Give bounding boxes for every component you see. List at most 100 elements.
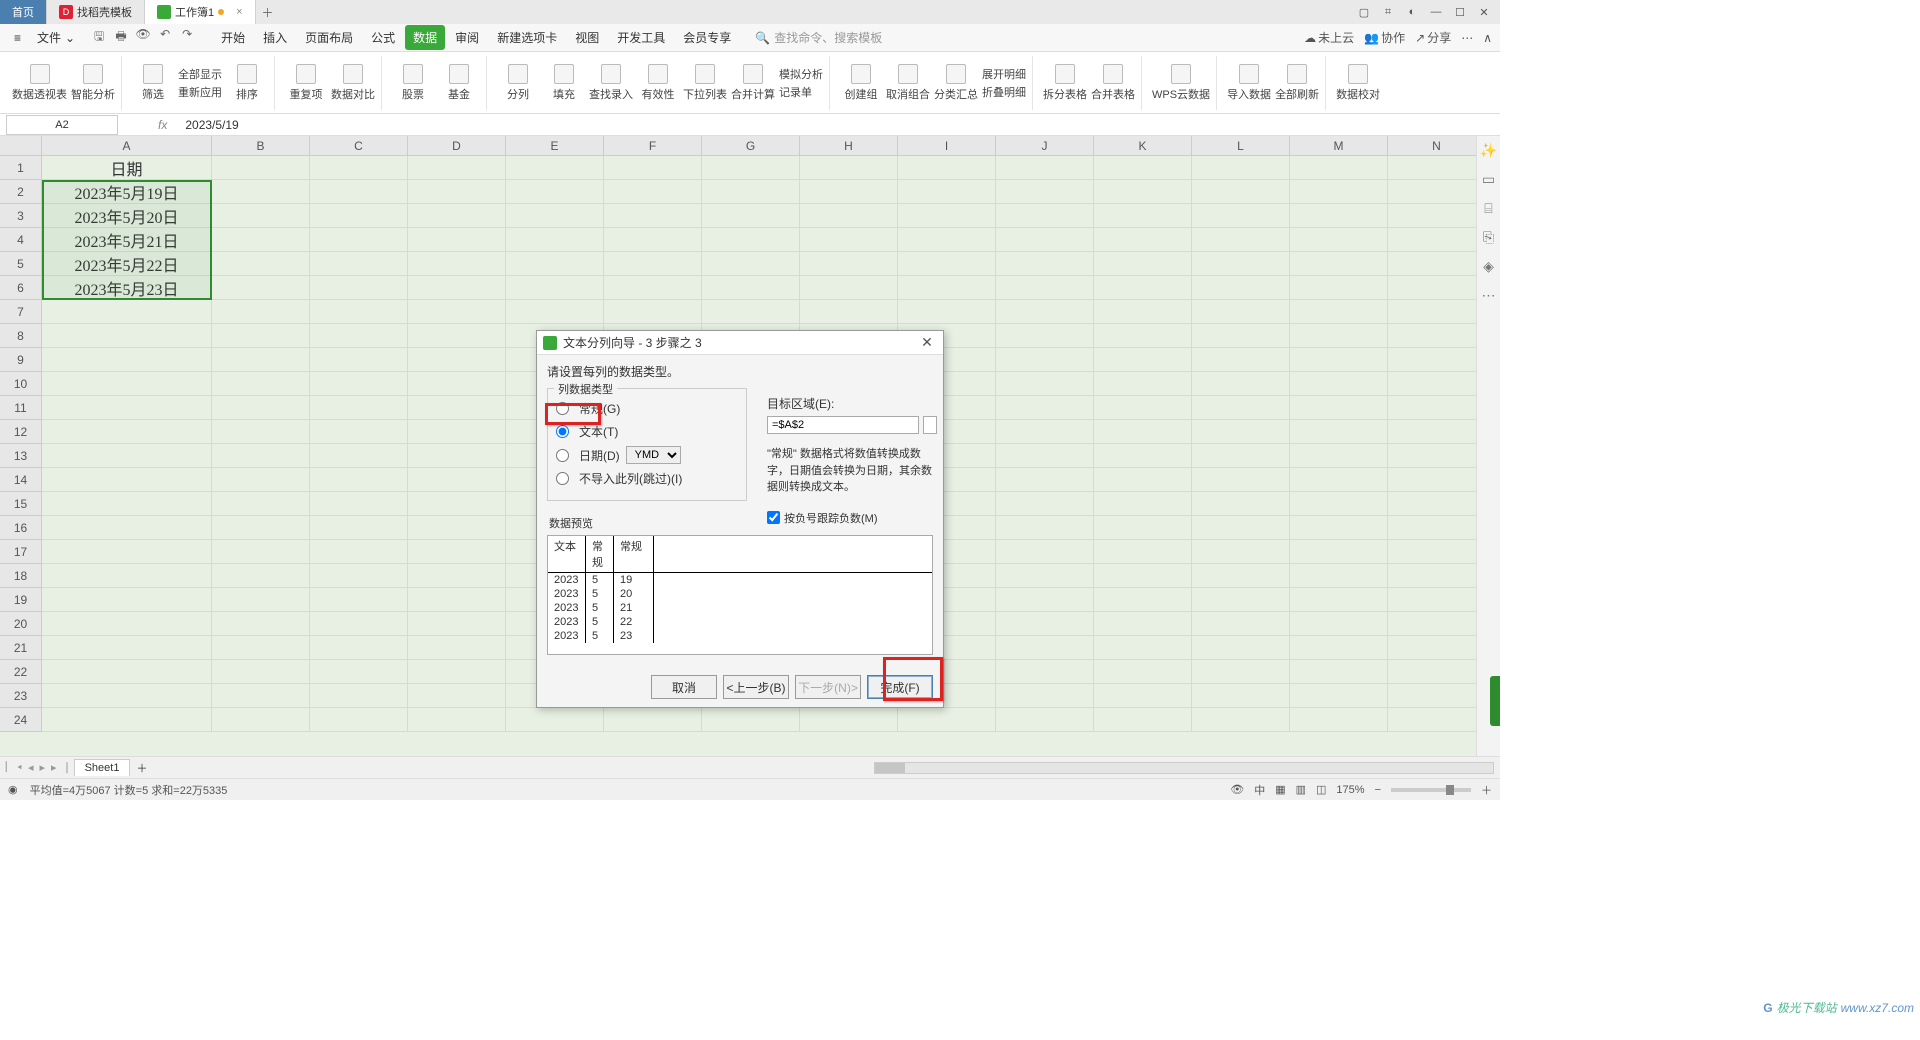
cell[interactable] xyxy=(1192,396,1290,420)
tab-template[interactable]: D找稻壳模板 xyxy=(47,0,145,24)
cell[interactable] xyxy=(996,636,1094,660)
cell[interactable] xyxy=(604,228,702,252)
cell[interactable] xyxy=(1094,348,1192,372)
cell[interactable] xyxy=(1094,588,1192,612)
cell[interactable] xyxy=(996,468,1094,492)
cell[interactable] xyxy=(996,588,1094,612)
cell[interactable] xyxy=(310,180,408,204)
cell[interactable] xyxy=(1388,180,1486,204)
cell[interactable] xyxy=(1388,348,1486,372)
cell[interactable] xyxy=(1388,636,1486,660)
split-table-button[interactable]: 拆分表格 xyxy=(1043,64,1087,102)
menu-dev-tools[interactable]: 开发工具 xyxy=(609,25,673,50)
cell[interactable] xyxy=(42,468,212,492)
cell[interactable] xyxy=(996,420,1094,444)
cell[interactable] xyxy=(506,252,604,276)
cell[interactable] xyxy=(1192,660,1290,684)
cell[interactable] xyxy=(310,204,408,228)
cell[interactable] xyxy=(1192,708,1290,732)
cell[interactable] xyxy=(800,252,898,276)
cell[interactable] xyxy=(212,684,310,708)
cell[interactable] xyxy=(898,276,996,300)
cell[interactable] xyxy=(1192,516,1290,540)
cell[interactable] xyxy=(1094,468,1192,492)
column-headers[interactable]: ABCDEFGHIJKLMN xyxy=(42,136,1486,156)
cell[interactable] xyxy=(1094,612,1192,636)
cell[interactable] xyxy=(408,660,506,684)
cell[interactable] xyxy=(1290,588,1388,612)
consolidate-button[interactable]: 合并计算 xyxy=(731,64,775,102)
cell[interactable] xyxy=(1094,300,1192,324)
cell[interactable]: 2023年5月23日 xyxy=(42,276,212,300)
cell[interactable] xyxy=(1388,324,1486,348)
cell[interactable] xyxy=(1290,516,1388,540)
cell[interactable] xyxy=(506,276,604,300)
stocks-button[interactable]: 股票 xyxy=(392,64,434,102)
cell[interactable] xyxy=(408,348,506,372)
cell[interactable] xyxy=(42,660,212,684)
row-header[interactable]: 19 xyxy=(0,588,42,612)
cell[interactable] xyxy=(702,180,800,204)
ungroup-button[interactable]: 取消组合 xyxy=(886,64,930,102)
col-header[interactable]: C xyxy=(310,136,408,155)
minimize-icon[interactable]: — xyxy=(1428,6,1444,18)
smart-analysis-button[interactable]: 智能分析 xyxy=(71,64,115,102)
side-more-icon[interactable]: ⋯ xyxy=(1482,287,1496,304)
whatif-button[interactable]: 模拟分析 xyxy=(779,66,823,82)
cell[interactable] xyxy=(1192,420,1290,444)
cell[interactable] xyxy=(310,564,408,588)
radio-date[interactable]: 日期(D) YMD xyxy=(556,443,738,467)
wps-cloud-data-button[interactable]: WPS云数据 xyxy=(1152,64,1210,102)
lookup-entry-button[interactable]: 查找录入 xyxy=(589,64,633,102)
cell[interactable] xyxy=(1192,372,1290,396)
cell[interactable] xyxy=(1094,180,1192,204)
row-header[interactable]: 13 xyxy=(0,444,42,468)
row-header[interactable]: 4 xyxy=(0,228,42,252)
cell[interactable] xyxy=(212,444,310,468)
expand-detail-button[interactable]: 展开明细 xyxy=(982,66,1026,82)
cell[interactable] xyxy=(506,180,604,204)
cell[interactable] xyxy=(408,396,506,420)
save-icon[interactable]: 🖫 xyxy=(91,27,107,48)
col-header[interactable]: B xyxy=(212,136,310,155)
cell[interactable] xyxy=(310,636,408,660)
cell[interactable] xyxy=(212,156,310,180)
cell[interactable] xyxy=(42,300,212,324)
cell[interactable] xyxy=(310,708,408,732)
cell[interactable] xyxy=(1192,348,1290,372)
side-panel-handle[interactable] xyxy=(1490,676,1500,726)
cell[interactable] xyxy=(1192,324,1290,348)
cell[interactable] xyxy=(996,156,1094,180)
sheet-nav-prev-icon[interactable]: ◂ xyxy=(28,761,34,774)
menu-review[interactable]: 审阅 xyxy=(447,25,487,50)
cell[interactable] xyxy=(212,588,310,612)
zoom-level[interactable]: 175% xyxy=(1336,784,1364,796)
duplicates-button[interactable]: 重复项 xyxy=(285,64,327,102)
cell[interactable] xyxy=(408,468,506,492)
back-button[interactable]: <上一步(B) xyxy=(723,675,789,699)
cell[interactable] xyxy=(996,372,1094,396)
cell[interactable] xyxy=(42,588,212,612)
cell[interactable] xyxy=(212,276,310,300)
dropdown-list-button[interactable]: 下拉列表 xyxy=(683,64,727,102)
sheet-nav-last-icon[interactable]: ▸⎹ xyxy=(51,761,68,775)
cell[interactable] xyxy=(1094,372,1192,396)
menu-insert[interactable]: 插入 xyxy=(255,25,295,50)
row-header[interactable]: 20 xyxy=(0,612,42,636)
cell[interactable] xyxy=(1290,180,1388,204)
cell[interactable] xyxy=(42,444,212,468)
side-clip-icon[interactable]: ⎘ xyxy=(1483,229,1494,246)
row-header[interactable]: 7 xyxy=(0,300,42,324)
cell[interactable] xyxy=(996,348,1094,372)
subtotal-button[interactable]: 分类汇总 xyxy=(934,64,978,102)
cell[interactable] xyxy=(212,660,310,684)
cell[interactable] xyxy=(1192,228,1290,252)
cell[interactable] xyxy=(212,564,310,588)
row-header[interactable]: 16 xyxy=(0,516,42,540)
cell[interactable] xyxy=(42,636,212,660)
cell[interactable] xyxy=(1388,444,1486,468)
cell[interactable] xyxy=(1192,684,1290,708)
view-page-icon[interactable]: ▥ xyxy=(1296,783,1306,796)
cell[interactable] xyxy=(42,540,212,564)
zoom-in-icon[interactable]: ＋ xyxy=(1481,782,1492,798)
